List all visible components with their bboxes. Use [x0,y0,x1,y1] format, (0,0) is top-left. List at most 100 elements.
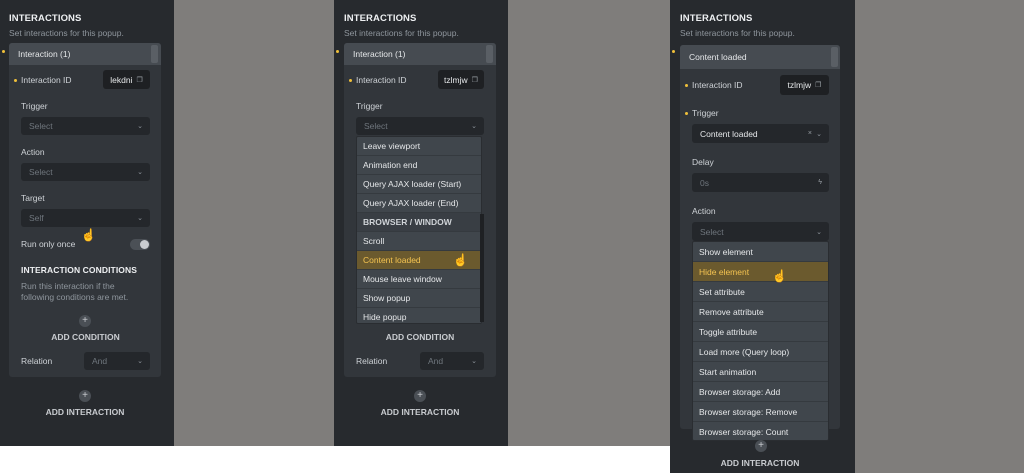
dropdown-item[interactable]: Start animation [693,362,828,382]
run-only-once-toggle[interactable] [130,239,150,250]
chevron-down-icon: ⌄ [471,358,477,365]
dropdown-item[interactable]: Browser storage: Count [693,422,828,442]
dropdown-item[interactable]: Leave viewport [357,137,481,156]
hand-cursor-icon: ☝ [772,269,787,283]
action-select[interactable]: Select ⌄ [692,222,829,241]
trigger-label: Trigger [21,101,48,111]
add-interaction-plus-icon[interactable]: + [79,390,91,402]
relation-select[interactable]: And ⌄ [420,352,484,370]
relation-label: Relation [21,356,53,366]
dropdown-item[interactable]: Query AJAX loader (Start) [357,175,481,194]
section-subtitle: Set interactions for this popup. [680,28,795,38]
relation-select[interactable]: And ⌄ [84,352,150,370]
interactions-panel-2: INTERACTIONS Set interactions for this p… [334,0,508,446]
conditions-title: INTERACTION CONDITIONS [21,265,138,275]
dropdown-item[interactable]: Browser storage: Remove [693,402,828,422]
interaction-card-header[interactable]: Interaction (1) [9,43,161,65]
add-interaction-button[interactable]: ADD INTERACTION [9,407,161,417]
backdrop-3 [855,0,1024,473]
add-interaction-button[interactable]: ADD INTERACTION [344,407,496,417]
conditions-desc-2: following conditions are met. [21,292,129,302]
target-select[interactable]: Self ⌄ [21,209,150,227]
add-condition-plus-icon[interactable]: + [79,315,91,327]
copy-icon[interactable]: ❐ [472,76,478,84]
dropdown-group-header: BROWSER / WINDOW [357,213,481,232]
modified-indicator [672,50,675,53]
dropdown-item-highlighted[interactable]: Hide element [693,262,828,282]
action-select[interactable]: Select ⌄ [21,163,150,181]
trigger-select[interactable]: Content loaded × ⌄ [692,124,829,143]
trigger-dropdown: Leave viewport Animation end Query AJAX … [356,136,482,324]
modified-indicator [685,84,688,87]
trigger-select[interactable]: Select ⌄ [356,117,484,135]
interaction-card-header[interactable]: Content loaded [680,45,840,69]
dropdown-item[interactable]: Mouse leave window [357,270,481,289]
dropdown-item[interactable]: Show element [693,242,828,262]
section-subtitle: Set interactions for this popup. [344,28,459,38]
chevron-down-icon: ⌄ [137,358,143,365]
dropdown-item[interactable]: Show popup [357,289,481,308]
section-subtitle: Set interactions for this popup. [9,28,124,38]
chevron-down-icon: ⌄ [137,215,143,222]
chevron-down-icon: ⌄ [816,130,822,138]
section-title: INTERACTIONS [344,13,417,24]
trigger-label: Trigger [356,101,383,111]
interaction-card-header[interactable]: Interaction (1) [344,43,496,65]
add-condition-button[interactable]: ADD CONDITION [356,332,484,342]
backdrop-2 [508,0,670,446]
dropdown-item[interactable]: Scroll [357,232,481,251]
delay-input[interactable]: 0s ϟ [692,173,829,192]
action-label: Action [21,147,45,157]
chevron-up-icon: ⌄ [816,228,822,236]
interaction-card-title: Interaction (1) [353,49,406,59]
interaction-card-title: Interaction (1) [18,49,71,59]
interaction-id-field[interactable]: tzlmjw ❐ [780,75,829,95]
interaction-id-label: Interaction ID [21,75,72,85]
card-drag-handle[interactable] [831,47,838,67]
copy-icon[interactable]: ❐ [136,76,142,84]
delay-label: Delay [692,157,714,167]
dropdown-item[interactable]: Load more (Query loop) [693,342,828,362]
dropdown-item[interactable]: Set attribute [693,282,828,302]
run-only-once-label: Run only once [21,239,76,249]
card-drag-handle[interactable] [486,45,493,63]
interaction-id-field[interactable]: lekdni ❐ [103,70,150,89]
clear-icon[interactable]: × [808,130,812,137]
add-interaction-plus-icon[interactable]: + [414,390,426,402]
add-interaction-button[interactable]: ADD INTERACTION [680,458,840,468]
backdrop-1 [174,0,334,446]
dropdown-item[interactable]: Browser storage: Add [693,382,828,402]
target-label: Target [21,193,45,203]
action-label: Action [692,206,716,216]
trigger-select[interactable]: Select ⌄ [21,117,150,135]
chevron-down-icon: ⌄ [137,123,143,130]
relation-label: Relation [356,356,388,366]
interaction-id-field[interactable]: tzlmjw ❐ [438,70,484,89]
interactions-panel-3: INTERACTIONS Set interactions for this p… [670,0,855,473]
card-drag-handle[interactable] [151,45,158,63]
conditions-desc-1: Run this interaction if the [21,281,115,291]
add-condition-button[interactable]: ADD CONDITION [21,332,150,342]
dropdown-item[interactable]: Query AJAX loader (End) [357,194,481,213]
chevron-down-icon: ⌄ [137,169,143,176]
lightning-icon[interactable]: ϟ [818,179,822,186]
modified-indicator [336,50,339,53]
interaction-card-title: Content loaded [689,52,747,62]
dropdown-item[interactable]: Toggle attribute [693,322,828,342]
copy-icon[interactable]: ❐ [815,81,821,89]
hand-cursor-icon: ☝ [81,228,96,242]
modified-indicator [349,79,352,82]
dropdown-scrollbar[interactable] [480,214,484,322]
interaction-id-label: Interaction ID [356,75,407,85]
interaction-id-label: Interaction ID [692,80,743,90]
modified-indicator [685,112,688,115]
dropdown-item[interactable]: Animation end [357,156,481,175]
interactions-panel-1: INTERACTIONS Set interactions for this p… [0,0,174,446]
modified-indicator [14,79,17,82]
trigger-label: Trigger [692,108,719,118]
hand-cursor-icon: ☝ [453,253,468,267]
dropdown-item[interactable]: Remove attribute [693,302,828,322]
dropdown-item[interactable]: Hide popup [357,308,481,325]
add-interaction-plus-icon[interactable]: + [755,440,767,452]
action-dropdown: Show element Hide element Set attribute … [692,241,829,441]
